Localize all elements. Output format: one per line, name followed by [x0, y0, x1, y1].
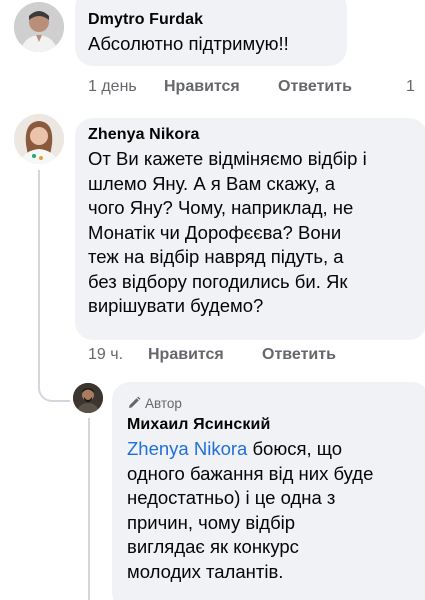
pencil-icon: [129, 396, 141, 408]
thread-line: [38, 170, 40, 385]
like-button[interactable]: Нравится: [164, 78, 240, 96]
reply-thread-line: [88, 418, 90, 600]
author-badge-label: Автор: [145, 396, 182, 411]
reply-body: боюся, що одного бажання від них буде не…: [127, 438, 374, 582]
reply-button[interactable]: Ответить: [278, 78, 352, 96]
reply-text: Zhenya Nikora боюся, що одного бажання в…: [127, 437, 373, 584]
comment-text: От Ви кажете відміняємо відбір і шлемо Я…: [88, 148, 367, 316]
avatar[interactable]: [14, 114, 64, 164]
comment-actions: 19 ч. Нравится Ответить: [88, 346, 388, 366]
comment-text: Абсолютно підтримую!!: [88, 33, 289, 54]
comments-page: Dmytro Furdak Абсолютно підтримую!! 1 де…: [0, 0, 425, 600]
comment-time[interactable]: 1 день: [88, 78, 137, 96]
comment-actions: 1 день Нравится Ответить 1: [88, 78, 425, 98]
avatar[interactable]: [73, 383, 103, 413]
like-button[interactable]: Нравится: [148, 346, 224, 364]
thread-connector: [38, 384, 70, 402]
comment-time[interactable]: 19 ч.: [88, 346, 123, 364]
avatar[interactable]: [14, 2, 64, 52]
mention-link[interactable]: Zhenya Nikora: [127, 438, 247, 459]
reply-author[interactable]: Михаил Ясинский: [127, 416, 270, 434]
reply-button[interactable]: Ответить: [262, 346, 336, 364]
comment-author[interactable]: Dmytro Furdak: [88, 11, 203, 29]
reaction-count[interactable]: 1: [406, 78, 415, 96]
comment-author[interactable]: Zhenya Nikora: [88, 126, 200, 144]
author-badge: Автор: [127, 396, 182, 411]
